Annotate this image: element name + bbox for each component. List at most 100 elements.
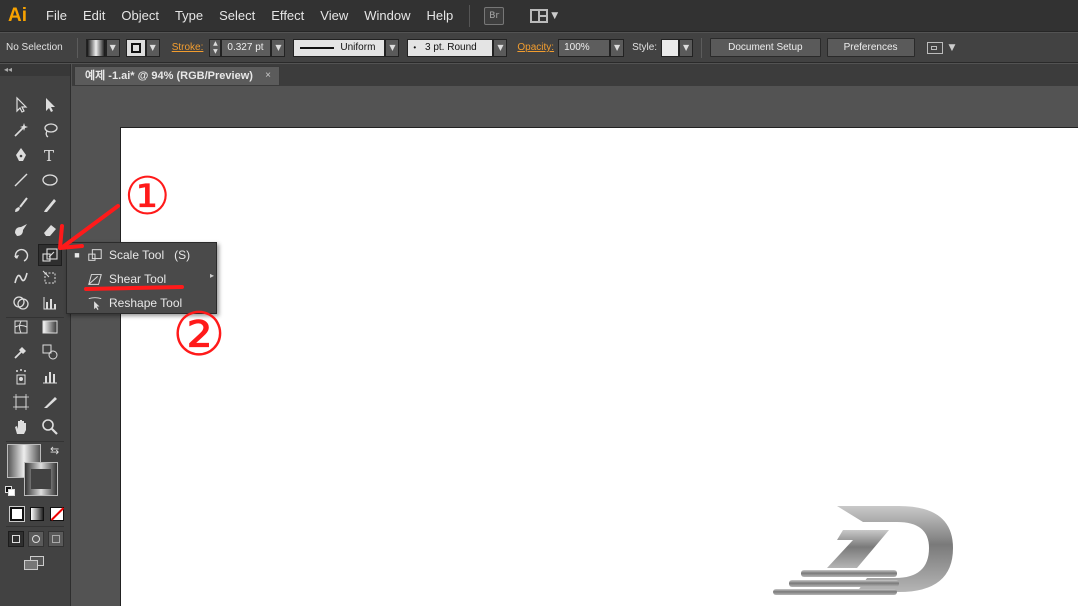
brush-dropdown[interactable]: ▼ bbox=[493, 38, 508, 57]
flyout-item-label: Shear Tool bbox=[109, 272, 167, 286]
style-label: Style: bbox=[632, 42, 658, 53]
annotation-arrow bbox=[62, 204, 120, 248]
rotate-tool-icon[interactable] bbox=[9, 244, 33, 266]
tearoff-arrow-icon[interactable]: ▸ bbox=[210, 271, 214, 280]
control-bar: No Selection ▼ ▼ Stroke: ▲ ▼ 0.327 pt ▼ U… bbox=[0, 33, 1078, 63]
free-transform-tool-icon[interactable] bbox=[38, 267, 62, 289]
menu-window[interactable]: Window bbox=[356, 0, 418, 32]
line-tool-icon[interactable] bbox=[9, 169, 33, 191]
opacity-dropdown[interactable]: ▼ bbox=[610, 38, 625, 57]
scale-tool-flyout: ■ Scale Tool (S) Shear Tool Reshape Tool… bbox=[66, 242, 217, 314]
paintbrush-tool-icon[interactable] bbox=[9, 194, 33, 216]
flyout-item-reshape-tool[interactable]: Reshape Tool bbox=[67, 291, 216, 315]
pencil-tool-icon[interactable] bbox=[38, 194, 62, 216]
tools-divider bbox=[6, 441, 64, 442]
flyout-item-label: Scale Tool bbox=[109, 248, 165, 262]
slice-tool-icon[interactable] bbox=[38, 391, 62, 413]
artboard[interactable] bbox=[120, 127, 1078, 606]
menu-effect[interactable]: Effect bbox=[263, 0, 312, 32]
flyout-item-scale-tool[interactable]: ■ Scale Tool (S) bbox=[67, 243, 216, 267]
graph-tool-icon[interactable] bbox=[38, 292, 62, 314]
artboard-tool-icon[interactable] bbox=[9, 391, 33, 413]
lasso-tool-icon[interactable] bbox=[38, 119, 62, 141]
svg-text:T: T bbox=[44, 147, 54, 164]
panel-collapse-icon[interactable]: ◂◂ bbox=[0, 64, 70, 76]
graphic-style-dropdown[interactable]: ▼ bbox=[679, 38, 694, 57]
eraser-tool-icon[interactable] bbox=[38, 219, 62, 241]
shear-icon bbox=[87, 270, 109, 288]
menu-select[interactable]: Select bbox=[211, 0, 263, 32]
shape-builder-tool-icon[interactable] bbox=[9, 292, 33, 314]
menu-help[interactable]: Help bbox=[418, 0, 461, 32]
gradient-tool-icon[interactable] bbox=[38, 316, 62, 338]
default-colors-icon[interactable] bbox=[5, 486, 15, 496]
blob-brush-tool-icon[interactable] bbox=[9, 219, 33, 241]
arrange-icon[interactable] bbox=[926, 41, 943, 54]
menu-view[interactable]: View bbox=[312, 0, 356, 32]
variable-width-profile[interactable]: Uniform bbox=[293, 38, 386, 57]
draw-behind-icon[interactable] bbox=[28, 531, 44, 547]
blend-tool-icon[interactable] bbox=[38, 341, 62, 363]
stroke-weight-input[interactable]: 0.327 pt bbox=[221, 38, 272, 57]
swap-icon[interactable]: ⇆ bbox=[50, 444, 59, 457]
menu-file[interactable]: File bbox=[38, 0, 75, 32]
preferences-button[interactable]: Preferences bbox=[826, 38, 915, 57]
selection-tool-icon[interactable] bbox=[9, 94, 33, 116]
ellipse-tool-icon[interactable] bbox=[38, 169, 62, 191]
tools-panel: ◂◂ T ⇆ bbox=[0, 64, 71, 606]
selected-indicator-icon: ■ bbox=[74, 250, 80, 260]
document-tab-title: 예제 -1.ai* @ 94% (RGB/Preview) bbox=[85, 70, 253, 82]
warp-tool-icon[interactable] bbox=[9, 267, 33, 289]
draw-inside-icon[interactable] bbox=[48, 531, 64, 547]
profile-label: Uniform bbox=[340, 41, 376, 53]
selection-status: No Selection bbox=[6, 42, 63, 53]
column-graph-tool-icon[interactable] bbox=[38, 366, 62, 388]
stroke-color-dropdown[interactable]: ▼ bbox=[145, 38, 160, 57]
flyout-item-shortcut: (S) bbox=[174, 248, 191, 262]
menu-edit[interactable]: Edit bbox=[75, 0, 113, 32]
magic-wand-tool-icon[interactable] bbox=[9, 119, 33, 141]
menu-object[interactable]: Object bbox=[113, 0, 167, 32]
fill-swatch[interactable] bbox=[85, 38, 106, 57]
opacity-label[interactable]: Opacity: bbox=[517, 42, 554, 53]
gradient-mode-button[interactable] bbox=[30, 507, 44, 521]
menu-bar: Ai File Edit Object Type Select Effect V… bbox=[0, 0, 1078, 32]
close-icon[interactable]: × bbox=[265, 67, 271, 85]
pen-tool-icon[interactable] bbox=[9, 144, 33, 166]
logo-artwork[interactable] bbox=[771, 500, 961, 600]
brush-definition[interactable]: • 3 pt. Round bbox=[407, 38, 494, 57]
screen-mode-icon[interactable] bbox=[24, 556, 46, 572]
eyedropper-tool-icon[interactable] bbox=[9, 341, 33, 363]
stroke-label[interactable]: Stroke: bbox=[172, 42, 204, 53]
stroke-stepper[interactable]: ▲ ▼ bbox=[209, 38, 222, 57]
none-mode-button[interactable] bbox=[50, 507, 65, 521]
hand-tool-icon[interactable] bbox=[9, 416, 33, 438]
flyout-item-shear-tool[interactable]: Shear Tool bbox=[67, 267, 216, 291]
zoom-tool-icon[interactable] bbox=[38, 416, 62, 438]
control-bar-menu-icon[interactable]: ▼ bbox=[949, 43, 956, 53]
graphic-style-swatch[interactable] bbox=[661, 38, 680, 57]
color-mode-button[interactable] bbox=[9, 506, 25, 522]
arrange-documents-icon[interactable] bbox=[530, 8, 549, 23]
chevron-down-icon[interactable]: ▼ bbox=[551, 11, 558, 21]
menu-type[interactable]: Type bbox=[167, 0, 211, 32]
stroke-weight-dropdown[interactable]: ▼ bbox=[271, 38, 286, 57]
stroke-swatch[interactable] bbox=[125, 38, 146, 57]
scale-tool-icon[interactable] bbox=[38, 244, 62, 266]
fill-dropdown[interactable]: ▼ bbox=[105, 38, 120, 57]
stroke-color-box[interactable] bbox=[24, 462, 58, 496]
separator bbox=[76, 37, 78, 58]
app-logo: Ai bbox=[8, 4, 27, 26]
bridge-button[interactable]: Br bbox=[484, 6, 505, 25]
direct-selection-tool-icon[interactable] bbox=[38, 94, 62, 116]
draw-normal-icon[interactable] bbox=[8, 531, 24, 547]
document-setup-button[interactable]: Document Setup bbox=[710, 38, 821, 57]
symbol-sprayer-tool-icon[interactable] bbox=[9, 366, 33, 388]
profile-dropdown[interactable]: ▼ bbox=[385, 38, 400, 57]
type-tool-icon[interactable]: T bbox=[38, 144, 62, 166]
brush-dot-icon: • bbox=[413, 42, 417, 52]
mesh-tool-icon[interactable] bbox=[9, 316, 33, 338]
reshape-icon bbox=[87, 294, 109, 312]
document-tab[interactable]: 예제 -1.ai* @ 94% (RGB/Preview) × bbox=[74, 66, 280, 86]
opacity-input[interactable]: 100% bbox=[558, 38, 611, 57]
